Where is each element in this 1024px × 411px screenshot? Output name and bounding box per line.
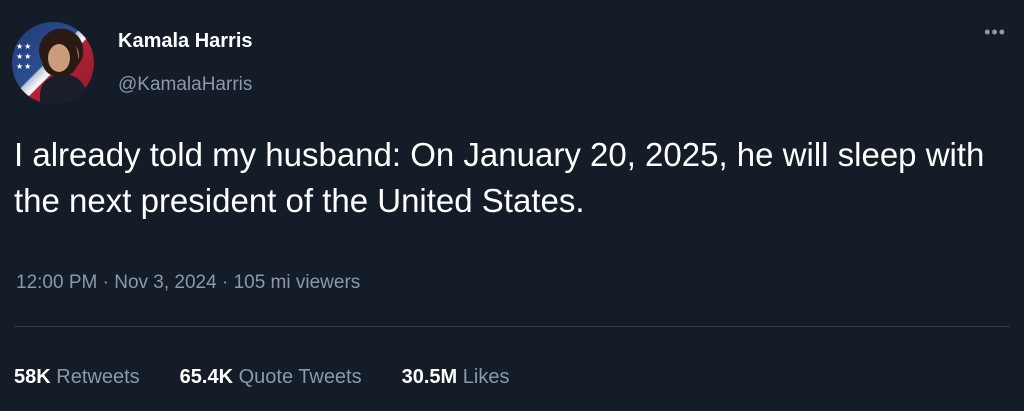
quote-tweets-stat[interactable]: 65.4K Quote Tweets [180, 366, 362, 389]
tweet-time[interactable]: 12:00 PM [16, 272, 97, 293]
tweet-meta: 12:00 PM · Nov 3, 2024 · 105 mi viewers [16, 272, 360, 294]
author-handle[interactable]: @KamalaHarris [118, 74, 252, 96]
tweet-card: ★★ ★★ ★★ Kamala Harris @KamalaHarris ••• I… [0, 0, 1024, 411]
tweet-text: I already told my husband: On January 20… [14, 136, 985, 219]
retweets-stat[interactable]: 58K Retweets [14, 366, 140, 389]
retweets-count: 58K [14, 366, 51, 388]
likes-stat[interactable]: 30.5M Likes [402, 366, 510, 389]
likes-label: Likes [462, 366, 510, 388]
avatar-body [40, 74, 86, 104]
tweet-stats: 58K Retweets 65.4K Quote Tweets 30.5M Li… [14, 366, 509, 389]
quote-tweets-count: 65.4K [179, 366, 234, 388]
divider [14, 326, 1010, 327]
likes-count: 30.5M [401, 366, 458, 388]
flag-stars-icon: ★★ ★★ ★★ [16, 42, 33, 71]
avatar-face [48, 44, 70, 72]
meta-separator: · [216, 272, 234, 293]
quote-tweets-label: Quote Tweets [238, 366, 362, 388]
more-options-icon[interactable]: ••• [984, 22, 1006, 43]
tweet-viewers: 105 mi viewers [233, 272, 361, 293]
author-avatar[interactable]: ★★ ★★ ★★ [12, 22, 94, 104]
tweet-date[interactable]: Nov 3, 2024 [114, 272, 216, 293]
author-display-name[interactable]: Kamala Harris [118, 30, 253, 53]
retweets-label: Retweets [56, 366, 140, 388]
meta-separator: · [97, 272, 115, 293]
